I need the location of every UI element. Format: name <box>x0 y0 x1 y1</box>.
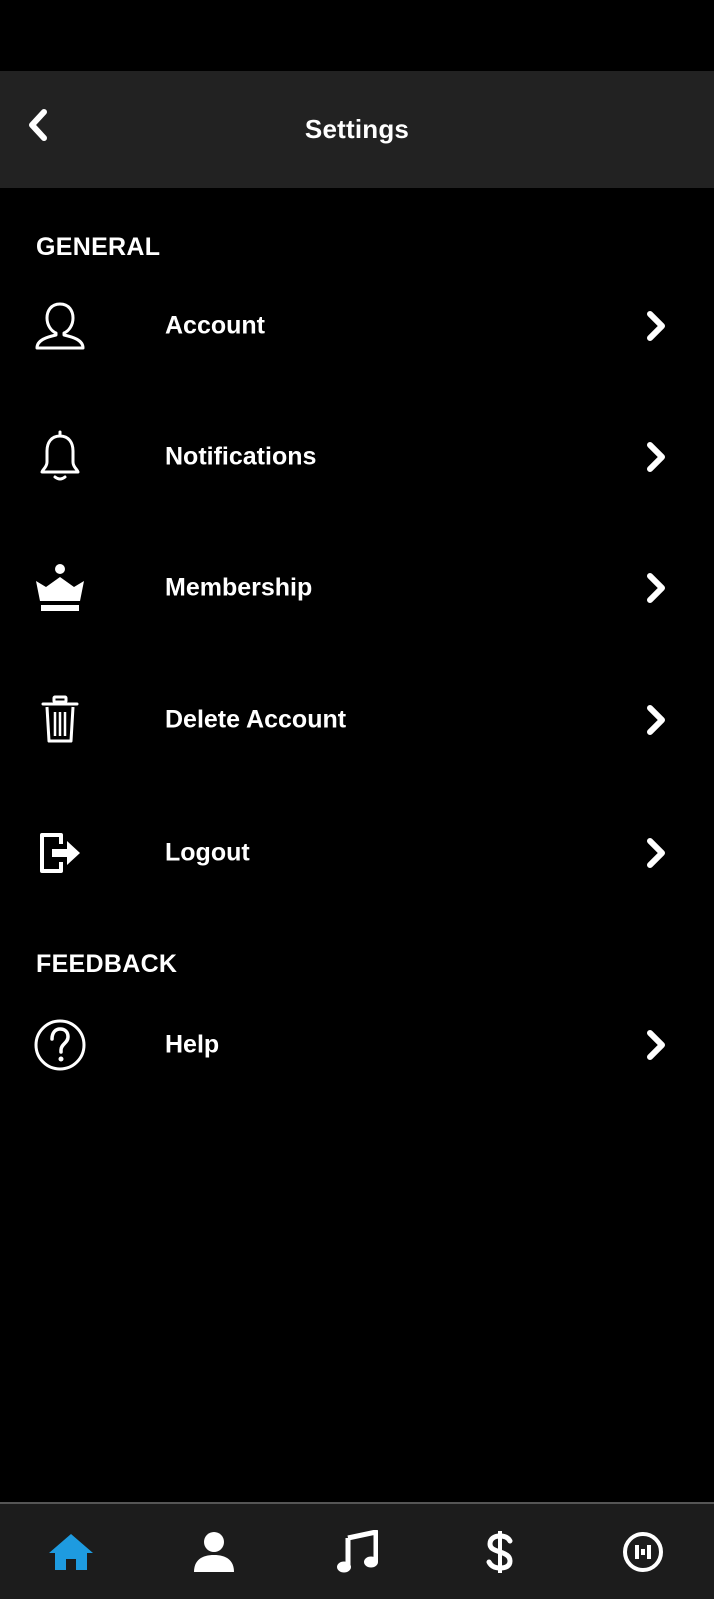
stats-circle-icon <box>623 1531 663 1572</box>
chevron-right-icon <box>640 1025 672 1065</box>
settings-item-label: Membership <box>165 573 313 602</box>
chevron-left-icon <box>29 109 47 141</box>
settings-item-label: Delete Account <box>165 705 347 734</box>
logout-icon <box>28 821 92 885</box>
chevron-right-icon <box>640 833 672 873</box>
user-outline-icon <box>28 294 92 358</box>
settings-item-membership[interactable]: Membership <box>0 533 714 643</box>
bottom-nav <box>0 1502 714 1599</box>
chevron-right-icon <box>640 437 672 477</box>
nav-home[interactable] <box>21 1504 121 1599</box>
trash-icon <box>28 688 92 752</box>
settings-item-label: Notifications <box>165 442 317 471</box>
back-button[interactable] <box>14 101 62 149</box>
nav-stats[interactable] <box>593 1504 693 1599</box>
profile-icon <box>194 1531 234 1572</box>
settings-item-help[interactable]: Help <box>0 990 714 1100</box>
chevron-right-icon <box>640 306 672 346</box>
settings-item-delete-account[interactable]: Delete Account <box>0 665 714 775</box>
settings-item-account[interactable]: Account <box>0 271 714 381</box>
nav-profile[interactable] <box>164 1504 264 1599</box>
chevron-right-icon <box>640 568 672 608</box>
home-icon <box>49 1533 93 1570</box>
nav-music[interactable] <box>307 1504 407 1599</box>
page-title: Settings <box>304 114 410 144</box>
music-note-icon <box>337 1529 378 1572</box>
settings-item-label: Help <box>165 1030 220 1059</box>
dollar-icon <box>486 1530 513 1573</box>
settings-item-logout[interactable]: Logout <box>0 798 714 908</box>
status-bar <box>0 0 714 71</box>
app-header: Settings <box>0 71 714 188</box>
settings-item-label: Account <box>165 311 265 340</box>
chevron-right-icon <box>640 700 672 740</box>
settings-item-label: Logout <box>165 838 250 867</box>
crown-icon <box>28 556 92 620</box>
question-circle-icon <box>28 1013 92 1077</box>
settings-item-notifications[interactable]: Notifications <box>0 402 714 512</box>
bell-icon <box>28 425 92 489</box>
section-heading-general: GENERAL <box>36 233 161 261</box>
section-heading-feedback: FEEDBACK <box>36 950 178 978</box>
nav-payments[interactable] <box>450 1504 550 1599</box>
